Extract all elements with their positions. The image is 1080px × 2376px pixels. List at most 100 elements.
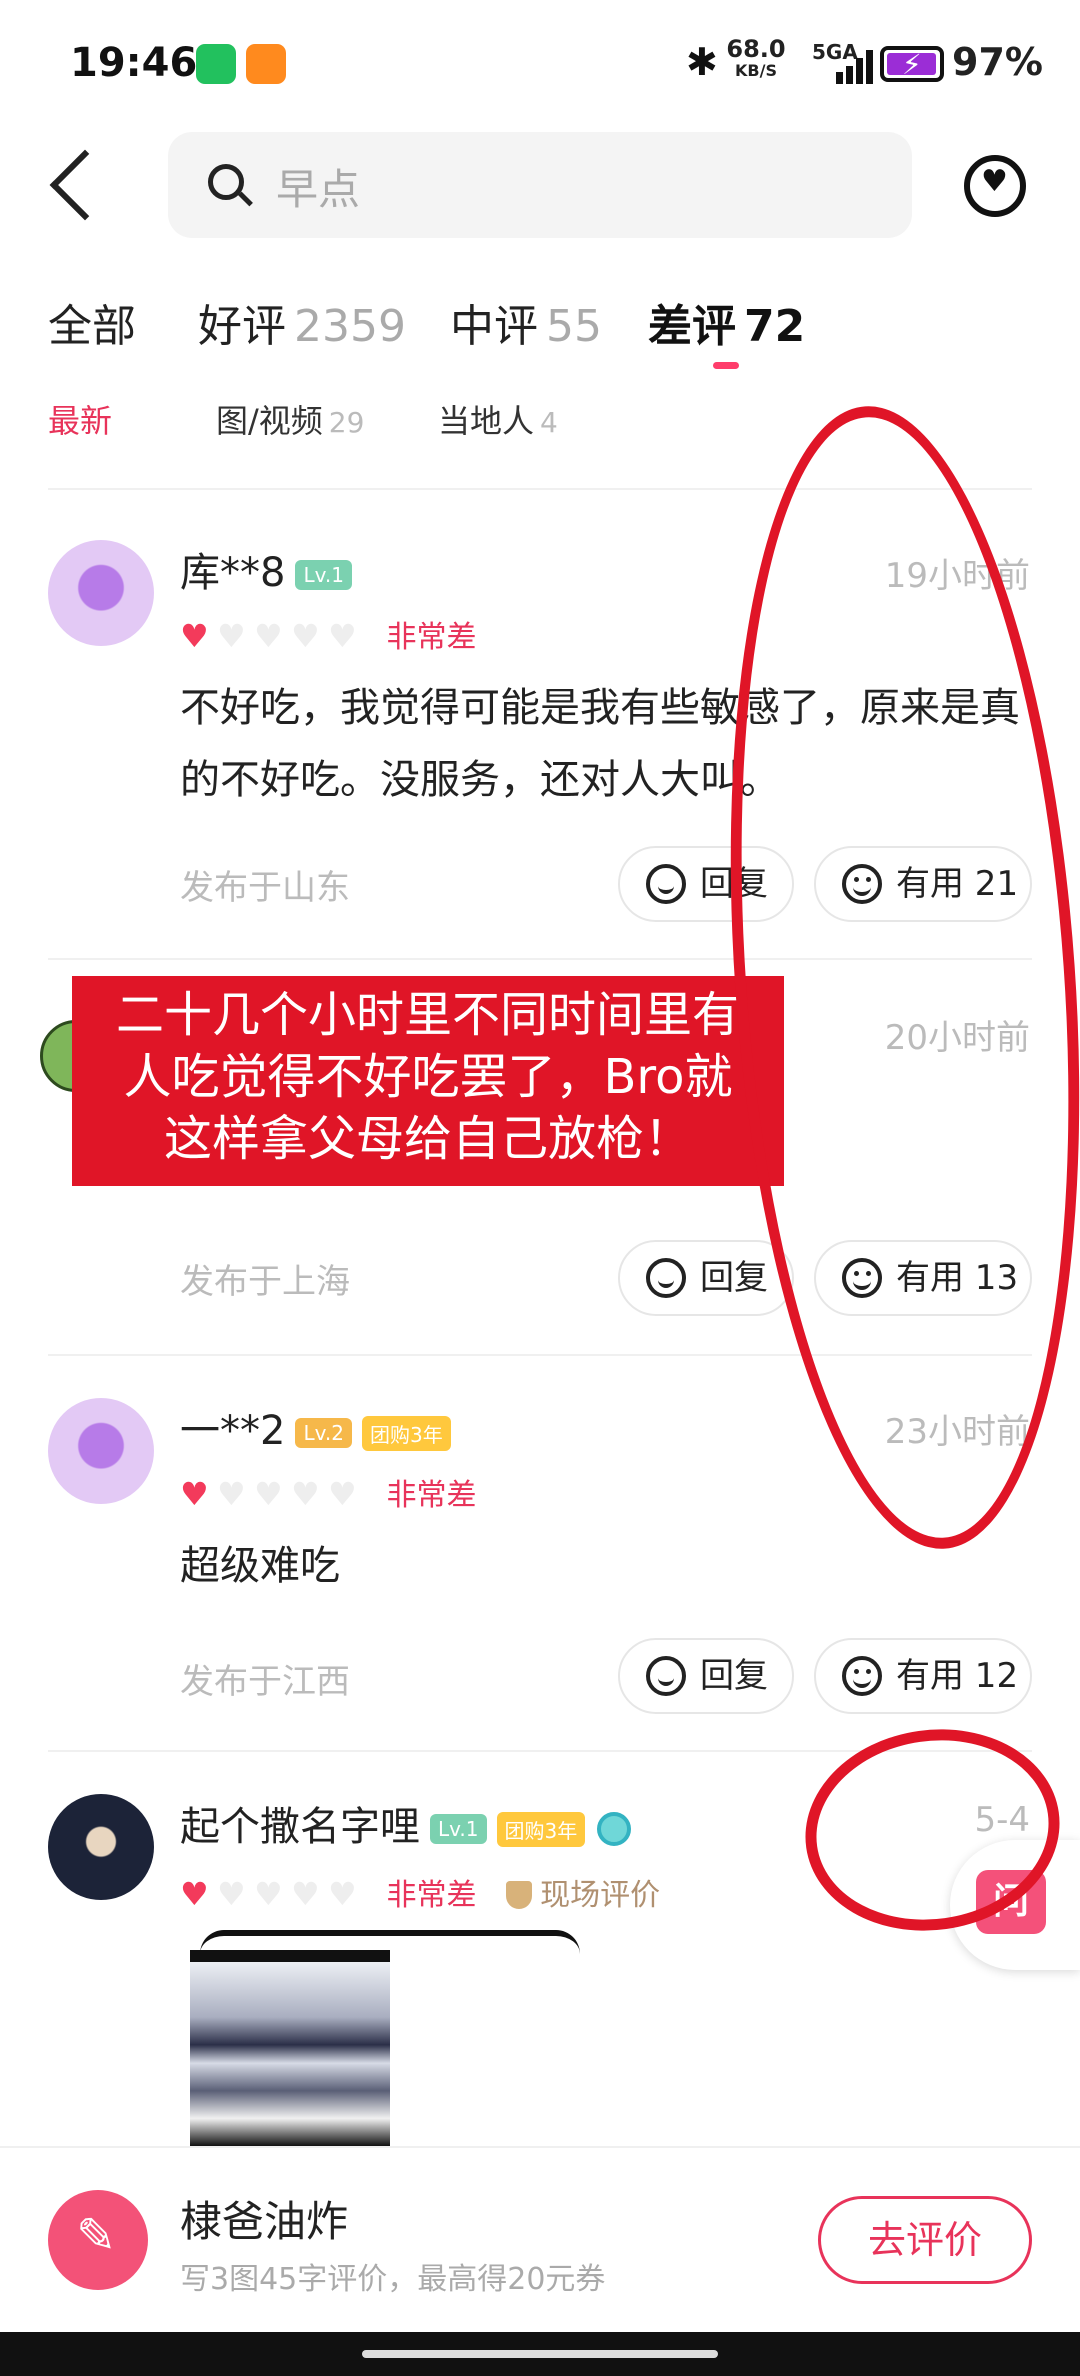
- active-tab-indicator: [713, 362, 739, 369]
- heart-icon: ♥: [217, 617, 246, 655]
- reply-icon: [646, 1258, 686, 1298]
- rating-row: ♥ ♥ ♥ ♥ ♥ 非常差 现场评价: [180, 1870, 660, 1914]
- reply-icon: [646, 864, 686, 904]
- heart-icon: ♥: [254, 617, 283, 655]
- filter-media[interactable]: 图/视频 29: [216, 404, 364, 438]
- smile-icon: [842, 1656, 882, 1696]
- tab-negative[interactable]: 差评 72: [648, 290, 805, 354]
- filter-count: 29: [328, 406, 365, 438]
- group-buy-badge: 团购3年: [361, 1415, 451, 1451]
- tab-neutral[interactable]: 中评 55: [450, 290, 602, 354]
- tab-label: 中评: [450, 301, 538, 352]
- shop-name: 棣爸油炸: [180, 2197, 349, 2246]
- shield-check-icon: [506, 1881, 533, 1909]
- tab-positive[interactable]: 好评 2359: [198, 290, 406, 354]
- status-bar: 19:46 ✱ 68.0 KB/S 5GA ⚡ 97%: [0, 0, 1080, 120]
- speed-value: 68.0: [726, 35, 786, 63]
- rating-label: 非常差: [386, 620, 477, 655]
- review-text: 超级难吃: [180, 1543, 340, 1589]
- tab-label: 全部: [48, 301, 136, 352]
- tab-all[interactable]: 全部: [48, 290, 136, 354]
- heart-icon: ♥: [254, 1875, 283, 1913]
- write-review-bar: 棣爸油炸 写3图45字评价，最高得20元券 去评价: [0, 2146, 1080, 2332]
- heart-icon: ♥: [180, 617, 209, 655]
- rating-row: ♥ ♥ ♥ ♥ ♥ 非常差: [180, 1470, 477, 1514]
- heart-icon: ♥: [291, 1475, 320, 1513]
- heart-icon: ♥: [254, 1475, 283, 1513]
- useful-label: 有用 12: [896, 1656, 1019, 1696]
- home-handle[interactable]: [362, 2350, 718, 2358]
- reply-button[interactable]: 回复: [618, 1240, 794, 1316]
- review-username[interactable]: 一**2 Lv.2 团购3年: [180, 1398, 451, 1456]
- rating-label: 非常差: [386, 1478, 477, 1513]
- back-button[interactable]: [49, 149, 121, 221]
- heart-icon: ♥: [180, 1875, 209, 1913]
- onsite-label: 现场评价: [540, 1878, 661, 1913]
- filter-locals[interactable]: 当地人 4: [438, 404, 558, 438]
- avatar[interactable]: [48, 1794, 154, 1900]
- filter-label: 图/视频: [216, 404, 323, 438]
- filter-latest[interactable]: 最新: [48, 404, 112, 438]
- review-username[interactable]: 起个撒名字哩 Lv.1 团购3年: [180, 1794, 632, 1852]
- heart-icon: ♥: [328, 1475, 357, 1513]
- level-badge: Lv.1: [430, 1814, 487, 1844]
- heart-icon: ♥: [217, 1475, 246, 1513]
- review-username[interactable]: 库**8 Lv.1: [180, 540, 352, 598]
- reply-label: 回复: [700, 1258, 768, 1298]
- caption-line: 这样拿父母给自己放枪！: [163, 1111, 692, 1167]
- filter-label: 最新: [48, 404, 113, 438]
- system-nav-bar: [0, 2332, 1080, 2376]
- overlay-caption: 二十几个小时里不同时间里有 人吃觉得不好吃罢了，Bro就 这样拿父母给自己放枪！: [72, 976, 784, 1186]
- review-location: 发布于江西: [180, 1662, 350, 1702]
- useful-button[interactable]: 有用 12: [814, 1638, 1032, 1714]
- status-time: 19:46: [70, 40, 198, 86]
- tab-count: 2359: [294, 301, 406, 352]
- caption-line: 二十几个小时里不同时间里有: [115, 987, 740, 1043]
- level-badge: Lv.1: [295, 560, 352, 590]
- signal-icon: [836, 50, 876, 84]
- tab-count: 55: [546, 301, 602, 352]
- write-review-button[interactable]: 去评价: [818, 2196, 1032, 2284]
- search-icon: [208, 164, 244, 200]
- filter-count: 4: [540, 406, 558, 438]
- wechat-notification-icon: [196, 44, 236, 84]
- heart-icon: ♥: [328, 1875, 357, 1913]
- write-review-icon: [48, 2190, 148, 2290]
- customer-service-icon[interactable]: [964, 155, 1026, 217]
- bluetooth-icon: ✱: [686, 40, 718, 84]
- heart-icon: ♥: [217, 1875, 246, 1913]
- rating-label: 非常差: [386, 1878, 477, 1913]
- avatar[interactable]: [48, 1398, 154, 1504]
- avatar[interactable]: [48, 540, 154, 646]
- heart-icon: ♥: [328, 617, 357, 655]
- username-text: 起个撒名字哩: [180, 1804, 420, 1850]
- search-placeholder: 早点: [276, 165, 361, 214]
- heart-icon: ♥: [291, 617, 320, 655]
- tab-label: 好评: [198, 301, 286, 352]
- caption-line: 人吃觉得不好吃罢了，Bro就: [123, 1049, 733, 1105]
- network-speed: 68.0 KB/S: [726, 35, 786, 82]
- filter-label: 当地人: [438, 404, 535, 438]
- username-text: 一**2: [180, 1408, 286, 1454]
- group-buy-badge: 团购3年: [496, 1811, 586, 1847]
- reply-button[interactable]: 回复: [618, 1638, 794, 1714]
- rating-row: ♥ ♥ ♥ ♥ ♥ 非常差: [180, 612, 477, 656]
- reply-label: 回复: [700, 1656, 768, 1696]
- review-reward-hint: 写3图45字评价，最高得20元券: [180, 2262, 606, 2297]
- username-text: 库**8: [180, 550, 286, 596]
- battery-icon: ⚡: [880, 46, 944, 82]
- level-badge: Lv.2: [295, 1418, 352, 1448]
- reply-icon: [646, 1656, 686, 1696]
- review-location: 发布于上海: [180, 1262, 350, 1302]
- heart-icon: ♥: [291, 1875, 320, 1913]
- tab-label: 差评: [648, 301, 736, 352]
- heart-icon: ♥: [180, 1475, 209, 1513]
- search-bar[interactable]: 早点: [168, 132, 912, 238]
- review-photo[interactable]: [190, 1950, 390, 2146]
- tab-count: 72: [744, 301, 806, 352]
- onsite-review-tag: 现场评价: [506, 1878, 660, 1913]
- speed-unit: KB/S: [735, 61, 777, 80]
- video-app-notification-icon: [246, 44, 286, 84]
- member-gem-icon: [597, 1812, 632, 1846]
- review-location: 发布于山东: [180, 868, 350, 908]
